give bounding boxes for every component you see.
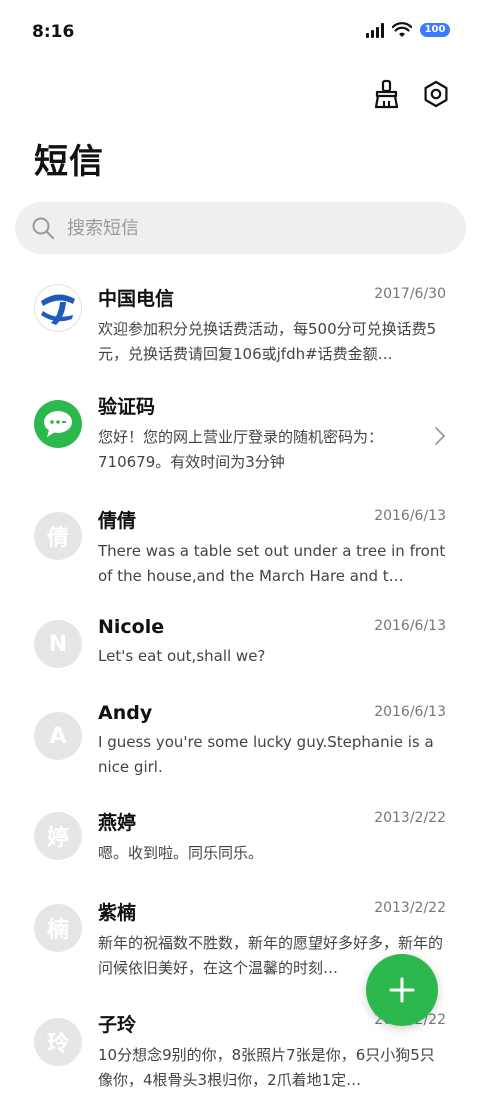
- conversation-item[interactable]: 验证码 您好！您的网上营业厅登录的随机密码为：710679。有效时间为3分钟: [0, 378, 480, 490]
- conversation-item[interactable]: 中国电信 2017/6/30 欢迎参加积分兑换话费活动，每500分可兑换话费5元…: [0, 270, 480, 378]
- status-time: 8:16: [32, 22, 75, 42]
- avatar: 玲: [34, 1018, 82, 1066]
- conversation-item[interactable]: N Nicole 2016/6/13 Let's eat out,shall w…: [0, 600, 480, 686]
- conversation-item[interactable]: 婷 燕婷 2013/2/22 嗯。收到啦。同乐同乐。: [0, 794, 480, 878]
- telecom-logo-icon: [41, 294, 75, 325]
- wifi-icon: [392, 22, 412, 37]
- contact-name: 验证码: [98, 396, 156, 418]
- avatar: [34, 284, 82, 332]
- broom-icon: [374, 79, 399, 109]
- gear-icon: [424, 80, 448, 108]
- avatar: 婷: [34, 812, 82, 860]
- conversation-item[interactable]: A Andy 2016/6/13 I guess you're some luc…: [0, 686, 480, 794]
- chevron-right-icon: [435, 427, 446, 445]
- battery-icon: 100: [420, 23, 450, 37]
- message-date: 2016/6/13: [374, 704, 446, 720]
- message-date: 2013/2/22: [374, 810, 446, 826]
- new-message-button[interactable]: [366, 954, 438, 1026]
- message-preview: There was a table set out under a tree i…: [98, 542, 446, 585]
- message-preview: Let's eat out,shall we?: [98, 647, 266, 665]
- message-date: 2016/6/13: [374, 508, 446, 524]
- message-preview: 10分想念9别的你，8张照片7张是你，6只小狗5只像你，4根骨头3根归你，2爪着…: [98, 1046, 435, 1089]
- search-input[interactable]: [65, 216, 429, 240]
- page-title: 短信: [34, 142, 104, 182]
- avatar: [34, 400, 82, 448]
- conversation-content: 倩倩 2016/6/13 There was a table set out u…: [98, 506, 446, 589]
- conversation-content: 燕婷 2013/2/22 嗯。收到啦。同乐同乐。: [98, 808, 446, 866]
- signal-icon: [366, 22, 384, 38]
- message-date: 2016/6/13: [374, 618, 446, 634]
- search-icon: [32, 217, 55, 240]
- message-preview: 嗯。收到啦。同乐同乐。: [98, 844, 264, 862]
- message-bubble-icon: [44, 411, 72, 437]
- avatar: N: [34, 620, 82, 668]
- status-icons: 100: [366, 22, 450, 38]
- search-bar[interactable]: [15, 202, 466, 254]
- message-date: 2017/6/30: [374, 286, 446, 302]
- avatar: 倩: [34, 512, 82, 560]
- conversation-content: Nicole 2016/6/13 Let's eat out,shall we?: [98, 616, 446, 669]
- conversation-content: Andy 2016/6/13 I guess you're some lucky…: [98, 702, 446, 780]
- conversation-content: 中国电信 2017/6/30 欢迎参加积分兑换话费活动，每500分可兑换话费5元…: [98, 284, 446, 367]
- message-preview: 您好！您的网上营业厅登录的随机密码为：710679。有效时间为3分钟: [98, 428, 384, 471]
- conversation-item[interactable]: 倩 倩倩 2016/6/13 There was a table set out…: [0, 490, 480, 600]
- avatar: 楠: [34, 904, 82, 952]
- message-preview: 欢迎参加积分兑换话费活动，每500分可兑换话费5元，兑换话费请回复106或jfd…: [98, 320, 437, 363]
- top-actions: [370, 78, 452, 110]
- message-preview: I guess you're some lucky guy.Stephanie …: [98, 733, 434, 776]
- message-date: 2013/2/22: [374, 900, 446, 916]
- plus-icon: [389, 977, 415, 1003]
- clean-button[interactable]: [370, 78, 402, 110]
- settings-button[interactable]: [420, 78, 452, 110]
- avatar: A: [34, 712, 82, 760]
- conversation-content: 验证码 您好！您的网上营业厅登录的随机密码为：710679。有效时间为3分钟: [98, 392, 420, 475]
- status-bar: 8:16 100: [0, 0, 480, 64]
